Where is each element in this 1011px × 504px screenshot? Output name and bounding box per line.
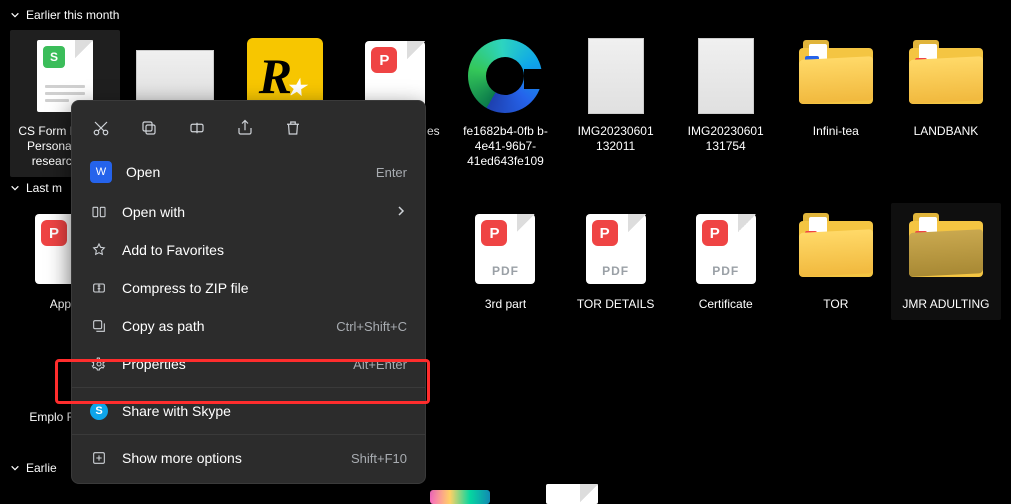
chevron-down-icon (10, 183, 20, 193)
folder-icon (794, 207, 878, 291)
pdf-icon: PPDF (684, 207, 768, 291)
delete-icon[interactable] (282, 117, 304, 139)
folder-icon (794, 34, 878, 118)
folder-icon (904, 34, 988, 118)
chevron-down-icon (10, 10, 20, 20)
folder-icon (904, 207, 988, 291)
context-menu-properties[interactable]: Properties Alt+Enter (72, 345, 425, 383)
skype-icon: S (90, 402, 108, 420)
more-options-icon (90, 449, 108, 467)
menu-label: Add to Favorites (122, 242, 407, 258)
file-label: fe1682b4-0fb b-4e41-96b7-41ed643fe109 (455, 124, 555, 169)
file-label: LANDBANK (914, 124, 979, 139)
file-label: 3rd part (485, 297, 526, 312)
file-item[interactable]: PPDF 3rd part (450, 203, 560, 320)
context-menu-share-skype[interactable]: S Share with Skype (72, 392, 425, 430)
menu-shortcut: Alt+Enter (353, 357, 407, 372)
file-item[interactable]: IMG20230601 132011 (561, 30, 671, 177)
menu-label: Copy as path (122, 318, 322, 334)
file-label: TOR (823, 297, 848, 312)
star-icon (90, 241, 108, 259)
open-with-icon (90, 203, 108, 221)
copy-path-icon (90, 317, 108, 335)
menu-label: Open with (122, 204, 381, 220)
file-item[interactable]: LANDBANK (891, 30, 1001, 177)
file-thumbnail[interactable] (430, 490, 490, 504)
properties-icon (90, 355, 108, 373)
context-menu-quick-actions (72, 107, 425, 151)
group-label: Earlier this month (26, 8, 119, 22)
file-thumbnail[interactable] (546, 484, 598, 504)
menu-shortcut: Shift+F10 (351, 451, 407, 466)
file-item[interactable]: TOR (781, 203, 891, 320)
image-thumbnail (684, 34, 768, 118)
file-item[interactable]: JMR ADULTING (891, 203, 1001, 320)
pdf-icon: PPDF (574, 207, 658, 291)
cut-icon[interactable] (90, 117, 112, 139)
menu-label: Open (126, 164, 362, 180)
zip-icon (90, 279, 108, 297)
context-menu-compress-zip[interactable]: Compress to ZIP file (72, 269, 425, 307)
edge-icon (463, 34, 547, 118)
file-item[interactable]: Infini-tea (781, 30, 891, 177)
file-label: IMG20230601 131754 (676, 124, 776, 154)
group-label: Last m (26, 181, 62, 195)
menu-label: Properties (122, 356, 339, 372)
file-item[interactable]: IMG20230601 131754 (671, 30, 781, 177)
pdf-icon: PPDF (463, 207, 547, 291)
file-item[interactable]: PPDF TOR DETAILS (561, 203, 671, 320)
image-thumbnail (574, 34, 658, 118)
rename-icon[interactable] (186, 117, 208, 139)
context-menu-add-favorites[interactable]: Add to Favorites (72, 231, 425, 269)
menu-shortcut: Ctrl+Shift+C (336, 319, 407, 334)
menu-label: Show more options (122, 450, 337, 466)
menu-separator (72, 434, 425, 435)
context-menu-open-with[interactable]: Open with (72, 193, 425, 231)
file-label: IMG20230601 132011 (566, 124, 666, 154)
menu-label: Share with Skype (122, 403, 407, 419)
share-icon[interactable] (234, 117, 256, 139)
menu-label: Compress to ZIP file (122, 280, 407, 296)
copy-icon[interactable] (138, 117, 160, 139)
menu-separator (72, 387, 425, 388)
chevron-down-icon (10, 463, 20, 473)
context-menu-open[interactable]: W Open Enter (72, 151, 425, 193)
chevron-right-icon (395, 204, 407, 220)
file-label: TOR DETAILS (577, 297, 655, 312)
context-menu: W Open Enter Open with Add to Favorites … (71, 100, 426, 484)
file-item[interactable]: PPDF Certificate (671, 203, 781, 320)
menu-shortcut: Enter (376, 165, 407, 180)
group-label: Earlie (26, 461, 57, 475)
file-label: JMR ADULTING (902, 297, 989, 312)
app-icon: W (90, 161, 112, 183)
file-label: Certificate (699, 297, 753, 312)
context-menu-copy-path[interactable]: Copy as path Ctrl+Shift+C (72, 307, 425, 345)
file-item[interactable]: fe1682b4-0fb b-4e41-96b7-41ed643fe109 (450, 30, 560, 177)
group-header-earlier-this-month[interactable]: Earlier this month (0, 0, 1011, 30)
group-header-earlier[interactable]: Earlie (0, 453, 67, 483)
context-menu-show-more[interactable]: Show more options Shift+F10 (72, 439, 425, 477)
file-label: Infini-tea (813, 124, 859, 139)
